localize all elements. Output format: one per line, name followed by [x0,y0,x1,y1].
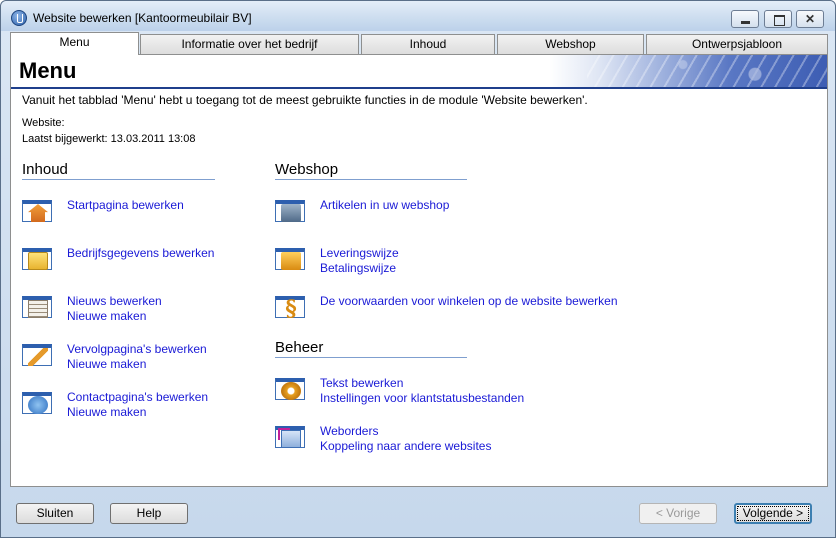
close-window-button[interactable]: ✕ [796,10,824,28]
window-title: Website bewerken [Kantoormeubilair BV] [33,11,252,25]
folder-icon[interactable] [22,246,52,272]
minimize-button[interactable] [731,10,759,28]
application-window: Website bewerken [Kantoormeubilair BV] ✕… [0,0,836,538]
tab-strip: Menu Informatie over het bedrijf Inhoud … [10,32,828,55]
link-weborders[interactable]: Weborders [320,424,491,439]
link-vervolgpaginas-nieuwe-maken[interactable]: Nieuwe maken [67,357,207,372]
previous-button[interactable]: < Vorige [639,503,717,524]
section-title-beheer: Beheer [275,339,467,358]
link-nieuws-bewerken[interactable]: Nieuws bewerken [67,294,162,309]
shop-icon[interactable] [275,198,305,224]
link-startpagina-bewerken[interactable]: Startpagina bewerken [67,198,184,213]
next-button-label: Volgende > [737,506,809,521]
delivery-truck-icon[interactable] [275,246,305,272]
link-tekst-bewerken[interactable]: Tekst bewerken [320,376,524,391]
link-koppeling-andere-websites[interactable]: Koppeling naar andere websites [320,439,491,454]
close-button[interactable]: Sluiten [16,503,94,524]
link-bedrijfsgegevens-bewerken[interactable]: Bedrijfsgegevens bewerken [67,246,214,261]
link-vervolgpaginas-bewerken[interactable]: Vervolgpagina's bewerken [67,342,207,357]
tab-ontwerpsjabloon[interactable]: Ontwerpsjabloon [646,34,828,55]
tab-inhoud[interactable]: Inhoud [361,34,495,55]
paragraph-icon[interactable]: § [275,294,305,320]
link-contactpaginas-bewerken[interactable]: Contactpagina's bewerken [67,390,208,405]
tab-webshop[interactable]: Webshop [497,34,644,55]
title-bar[interactable]: Website bewerken [Kantoormeubilair BV] ✕ [1,1,835,31]
orders-icon[interactable] [275,424,305,450]
section-title-inhoud: Inhoud [22,161,215,180]
intro-text: Vanuit het tabblad 'Menu' hebt u toegang… [22,93,588,107]
tab-menu[interactable]: Menu [10,32,139,55]
banner-divider [11,87,827,89]
link-leveringswijze[interactable]: Leveringswijze [320,246,399,261]
banner-decoration [587,55,827,87]
last-updated-label: Laatst bijgewerkt: 13.03.2011 13:08 [22,133,196,145]
header-banner: Menu [11,55,827,87]
page-title: Menu [19,58,77,83]
link-artikelen-in-uw-webshop[interactable]: Artikelen in uw webshop [320,198,449,213]
tab-content-panel: Menu Vanuit het tabblad 'Menu' hebt u to… [10,54,828,487]
next-button[interactable]: Volgende > [734,503,812,524]
link-betalingswijze[interactable]: Betalingswijze [320,261,399,276]
link-contactpaginas-nieuwe-maken[interactable]: Nieuwe maken [67,405,208,420]
contact-icon[interactable] [22,390,52,416]
website-label: Website: [22,117,65,129]
newspaper-icon[interactable] [22,294,52,320]
pencil-icon[interactable] [22,342,52,368]
settings-gear-icon[interactable] [275,376,305,402]
section-title-webshop: Webshop [275,161,467,180]
link-voorwaarden-bewerken[interactable]: De voorwaarden voor winkelen op de websi… [320,294,618,309]
tab-informatie-over-het-bedrijf[interactable]: Informatie over het bedrijf [140,34,359,55]
link-instellingen-klantstatusbestanden[interactable]: Instellingen voor klantstatusbestanden [320,391,524,406]
home-icon[interactable] [22,198,52,224]
close-icon: ✕ [804,12,816,26]
link-nieuws-nieuwe-maken[interactable]: Nieuwe maken [67,309,162,324]
help-button[interactable]: Help [110,503,188,524]
app-icon[interactable] [11,10,27,26]
maximize-button[interactable] [764,10,792,28]
